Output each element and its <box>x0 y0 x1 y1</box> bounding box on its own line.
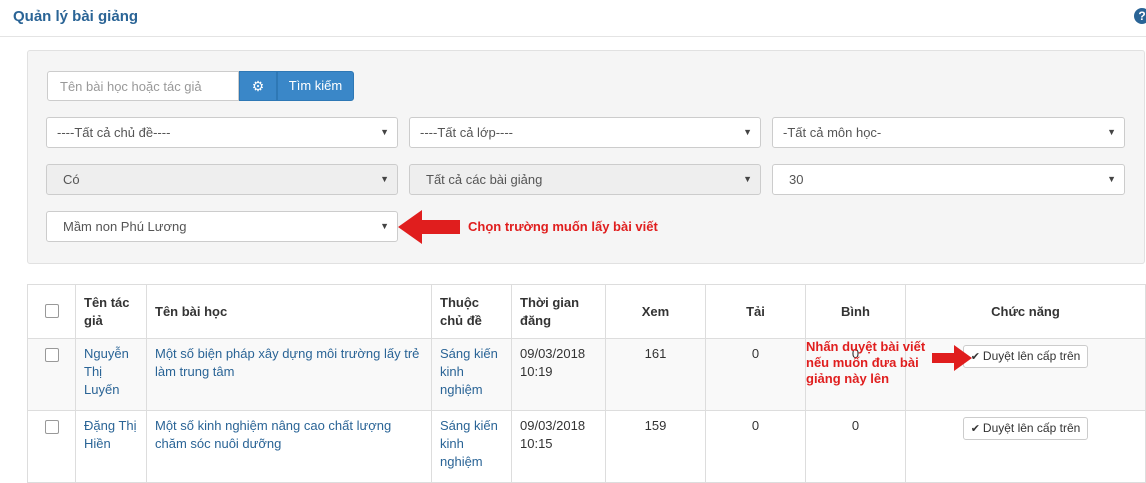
chevron-down-icon: ▼ <box>380 221 389 231</box>
page-size-select-value: 30 <box>789 172 804 187</box>
actions-cell: ✔ Duyệt lên cấp trên <box>905 410 1146 483</box>
school-select[interactable]: Mầm non Phú Lương ▼ <box>46 211 398 242</box>
author-link[interactable]: Nguyễn Thị Luyến <box>84 346 129 397</box>
column-actions: Chức năng <box>905 284 1146 339</box>
select-all-cell <box>27 284 76 339</box>
topic-select-value: ----Tất cả chủ đề---- <box>57 125 171 140</box>
views-count: 159 <box>605 410 706 483</box>
lesson-type-select-value: Tất cả các bài giảng <box>426 172 543 187</box>
gear-icon: ⚙ <box>251 78 265 94</box>
class-select[interactable]: ----Tất cả lớp---- ▼ <box>409 117 761 148</box>
chevron-down-icon: ▼ <box>743 127 752 137</box>
select-all-checkbox[interactable] <box>44 303 59 318</box>
topic-link[interactable]: Sáng kiến kinh nghiệm <box>440 418 498 469</box>
subject-select[interactable]: -Tất cả môn học- ▼ <box>772 117 1125 148</box>
topic-link[interactable]: Sáng kiến kinh nghiệm <box>440 346 498 397</box>
lessons-table: Tên tác giả Tên bài học Thuộc chủ đề Thờ… <box>27 284 1146 483</box>
approve-button[interactable]: ✔ Duyệt lên cấp trên <box>962 345 1089 368</box>
posted-time: 09/03/2018 10:19 <box>511 338 606 411</box>
table-row: Nguyễn Thị Luyến Một số biện pháp xây dự… <box>27 338 1146 411</box>
chevron-down-icon: ▼ <box>380 127 389 137</box>
views-count: 161 <box>605 338 706 411</box>
class-select-value: ----Tất cả lớp---- <box>420 125 514 140</box>
column-comments[interactable]: Bình <box>805 284 906 339</box>
chevron-down-icon: ▼ <box>380 174 389 184</box>
arrow-left-icon <box>398 210 460 244</box>
downloads-count: 0 <box>705 338 806 411</box>
column-lesson[interactable]: Tên bài học <box>146 284 432 339</box>
approve-hint-annotation: Nhấn duyệt bài viết nếu muốn đưa bài giả… <box>806 339 926 386</box>
column-views[interactable]: Xem <box>605 284 706 339</box>
row-select-cell <box>27 410 76 483</box>
chevron-down-icon: ▼ <box>743 174 752 184</box>
downloads-count: 0 <box>705 410 806 483</box>
row-select-cell <box>27 338 76 411</box>
lesson-type-select[interactable]: Tất cả các bài giảng ▼ <box>409 164 761 195</box>
page-size-select[interactable]: 30 ▼ <box>772 164 1125 195</box>
chevron-down-icon: ▼ <box>1107 174 1116 184</box>
topic-select[interactable]: ----Tất cả chủ đề---- ▼ <box>46 117 398 148</box>
column-downloads[interactable]: Tải <box>705 284 806 339</box>
row-checkbox[interactable] <box>44 348 59 362</box>
school-hint-annotation: Chọn trường muốn lấy bài viết <box>468 219 658 234</box>
author-link[interactable]: Đặng Thị Hiền <box>84 418 137 451</box>
column-author[interactable]: Tên tác giả <box>75 284 147 339</box>
lesson-link[interactable]: Một số biện pháp xây dựng môi trường lấy… <box>155 346 419 379</box>
subject-select-value: -Tất cả môn học- <box>783 125 882 140</box>
status-select-value: Có <box>63 172 80 187</box>
help-icon[interactable]: ? <box>1134 8 1146 24</box>
column-posted[interactable]: Thời gian đăng <box>511 284 606 339</box>
column-topic[interactable]: Thuộc chủ đề <box>431 284 512 339</box>
approve-button-label: Duyệt lên cấp trên <box>982 421 1081 435</box>
posted-time: 09/03/2018 10:15 <box>511 410 606 483</box>
arrow-right-icon <box>932 345 972 371</box>
table-header-row: Tên tác giả Tên bài học Thuộc chủ đề Thờ… <box>27 284 1146 339</box>
check-icon: ✔ <box>970 423 980 435</box>
search-input[interactable] <box>47 71 239 101</box>
row-checkbox[interactable] <box>44 420 59 434</box>
lesson-link[interactable]: Một số kinh nghiệm nâng cao chất lượng c… <box>155 418 391 451</box>
table-row: Đặng Thị Hiền Một số kinh nghiệm nâng ca… <box>27 410 1146 483</box>
approve-button[interactable]: ✔ Duyệt lên cấp trên <box>962 417 1089 440</box>
chevron-down-icon: ▼ <box>1107 127 1116 137</box>
page-header: Quản lý bài giảng ? <box>0 0 1146 37</box>
approve-button-label: Duyệt lên cấp trên <box>982 349 1081 363</box>
search-options-button[interactable]: ⚙ <box>239 71 277 101</box>
check-icon: ✔ <box>970 351 980 363</box>
page-title: Quản lý bài giảng <box>13 8 139 25</box>
school-select-value: Mầm non Phú Lương <box>63 219 187 234</box>
comments-count: 0 <box>805 410 906 483</box>
search-button[interactable]: Tìm kiếm <box>277 71 354 101</box>
status-select[interactable]: Có ▼ <box>46 164 398 195</box>
